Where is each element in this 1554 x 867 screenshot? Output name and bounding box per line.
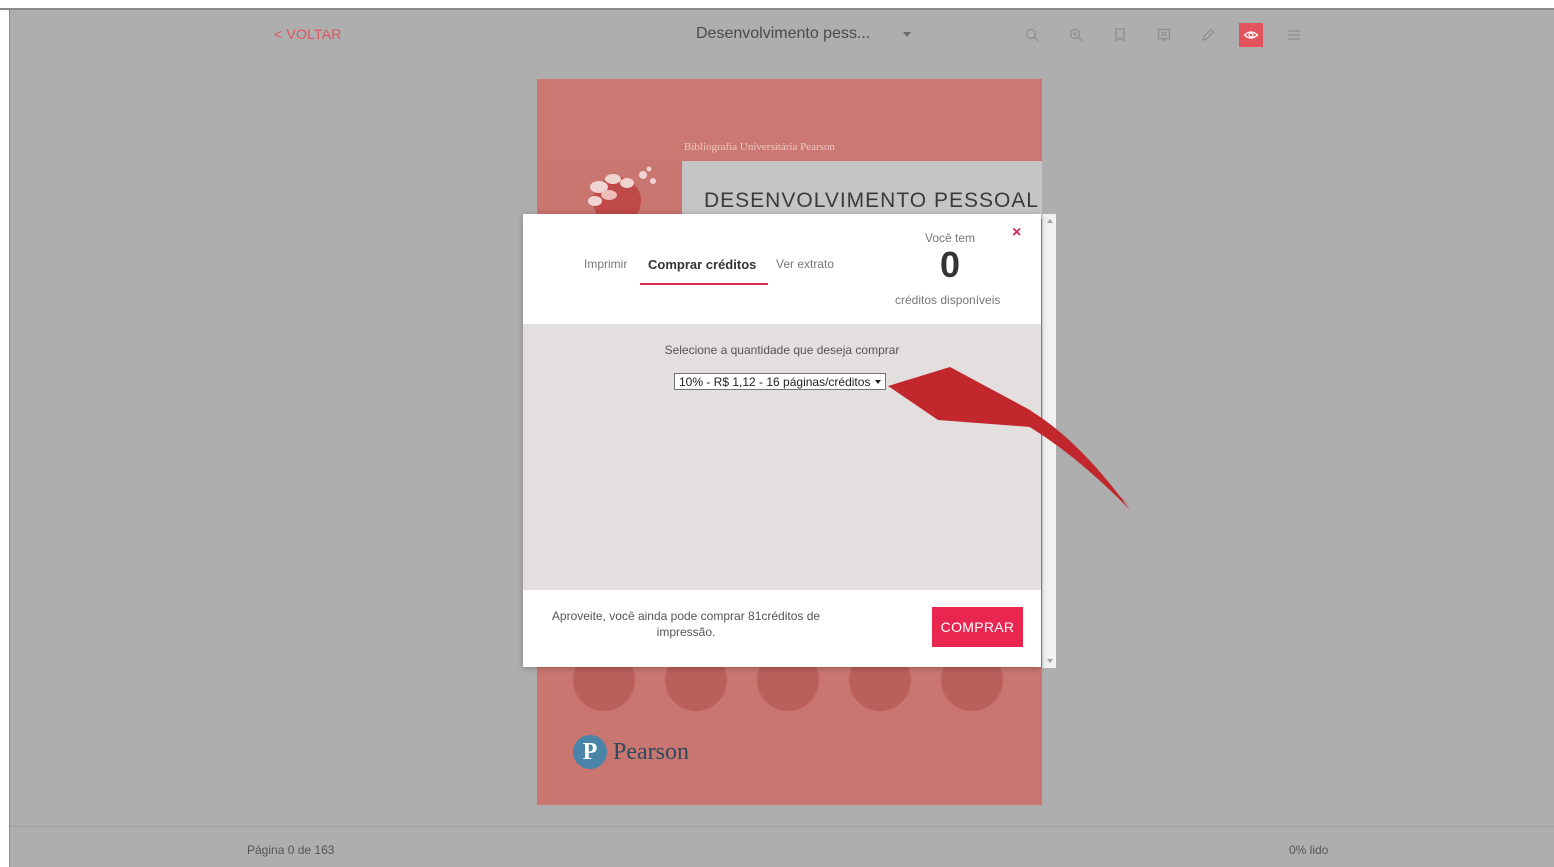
active-tab-indicator <box>640 283 768 285</box>
publisher-name: Pearson <box>613 738 689 765</box>
pearson-mark-icon: P <box>573 735 607 769</box>
zoom-in-icon[interactable] <box>1064 23 1088 47</box>
modal-footer: Aproveite, você ainda pode comprar 81cré… <box>523 590 1041 667</box>
reader-app: < VOLTAR Desenvolvimento pess... Bibliog… <box>10 10 1554 867</box>
select-prompt: Selecione a quantidade que deseja compra… <box>664 343 900 357</box>
pencil-icon[interactable] <box>1196 23 1220 47</box>
book-title: Desenvolvimento pess... <box>696 25 871 42</box>
bookmark-icon[interactable] <box>1108 23 1132 47</box>
credits-sub: créditos disponíveis <box>895 293 1001 307</box>
publisher-logo: P Pearson <box>573 735 689 769</box>
modal-body: Selecione a quantidade que deseja compra… <box>523 324 1041 590</box>
page-indicator: Página 0 de 163 <box>247 843 335 857</box>
frame-border-top <box>0 8 1554 10</box>
promo-text: Aproveite, você ainda pode comprar 81cré… <box>551 609 821 639</box>
close-icon[interactable]: × <box>1012 224 1021 242</box>
top-toolbar: < VOLTAR Desenvolvimento pess... <box>10 10 1554 60</box>
back-link[interactable]: < VOLTAR <box>274 26 342 42</box>
tab-comprar-creditos[interactable]: Comprar créditos <box>648 257 756 272</box>
frame-border-left <box>9 8 10 867</box>
scroll-up-icon[interactable] <box>1047 219 1053 223</box>
cover-series: Bibliografia Universitária Pearson <box>684 141 835 153</box>
cover-title-box: DESENVOLVIMENTO PESSOAL <box>682 161 1042 219</box>
tab-imprimir[interactable]: Imprimir <box>584 257 627 271</box>
quantity-select-value: 10% - R$ 1,12 - 16 páginas/créditos <box>679 374 871 389</box>
credits-value: 0 <box>939 244 961 285</box>
tab-ver-extrato[interactable]: Ver extrato <box>776 257 834 271</box>
eye-icon[interactable] <box>1239 23 1263 47</box>
dropdown-caret-icon <box>875 379 882 384</box>
read-progress: 0% lido <box>1289 843 1329 857</box>
notes-icon[interactable] <box>1152 23 1176 47</box>
buy-button[interactable]: COMPRAR <box>932 607 1023 647</box>
scroll-down-icon[interactable] <box>1047 659 1053 663</box>
print-credits-modal: Imprimir Comprar créditos Ver extrato × … <box>523 214 1041 667</box>
menu-icon[interactable] <box>1282 23 1306 47</box>
status-bar: Página 0 de 163 0% lido <box>10 826 1554 867</box>
chevron-down-icon[interactable] <box>903 32 911 37</box>
cover-title: DESENVOLVIMENTO PESSOAL <box>704 189 1039 212</box>
search-icon[interactable] <box>1020 23 1044 47</box>
cover-art <box>588 166 656 221</box>
modal-scrollbar[interactable] <box>1042 214 1056 668</box>
quantity-select[interactable]: 10% - R$ 1,12 - 16 páginas/créditos <box>674 373 887 390</box>
credits-caption: Você tem <box>925 231 976 245</box>
modal-header: Imprimir Comprar créditos Ver extrato × … <box>523 214 1041 324</box>
